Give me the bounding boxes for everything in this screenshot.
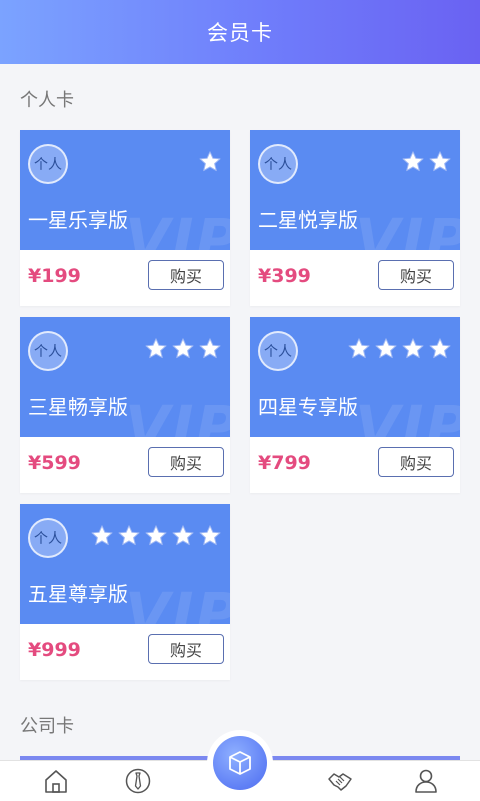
card-price: ¥199 [28,265,81,287]
card-name: 一星乐享版 [28,208,128,232]
star-icon [199,151,221,172]
star-icon [402,151,424,172]
star-rating [401,150,452,174]
buy-button[interactable]: 购买 [148,260,224,290]
section-title-company: 公司卡 [20,716,74,737]
page-title: 会员卡 [207,21,273,45]
card-name: 三星畅享版 [28,395,128,419]
card-name: 五星尊享版 [28,582,128,606]
buy-button[interactable]: 购买 [378,260,454,290]
buy-button[interactable]: 购买 [148,634,224,664]
star-icon [145,338,167,359]
star-icon [172,338,194,359]
card-price: ¥999 [28,639,81,661]
membership-card[interactable]: VIP 个人 一星乐享版 ¥199 购买 [20,130,230,306]
handshake-icon[interactable] [326,767,354,795]
star-icon [199,525,221,546]
star-icon [429,338,451,359]
vip-watermark: VIP [125,580,230,624]
app-header: 会员卡 [0,0,480,64]
card-price: ¥399 [258,265,311,287]
tie-icon[interactable] [124,767,152,795]
star-icon [145,525,167,546]
card-name: 四星专享版 [258,395,358,419]
card-header: VIP 个人 三星畅享版 [20,317,230,437]
card-header: VIP 个人 一星乐享版 [20,130,230,250]
vip-watermark: VIP [355,206,460,250]
personal-badge: 个人 [28,518,68,558]
card-price: ¥599 [28,452,81,474]
membership-card[interactable]: VIP 个人 五星尊享版 ¥999 购买 [20,504,230,680]
vip-watermark: VIP [125,393,230,437]
buy-button[interactable]: 购买 [378,447,454,477]
star-icon [118,525,140,546]
user-icon[interactable] [412,767,440,795]
section-title-personal: 个人卡 [20,90,74,111]
card-header: VIP 个人 二星悦享版 [250,130,460,250]
vip-watermark: VIP [125,206,230,250]
membership-card[interactable]: VIP 个人 三星畅享版 ¥599 购买 [20,317,230,493]
star-rating [144,337,222,361]
cube-icon [229,751,251,775]
card-header: VIP 个人 五星尊享版 [20,504,230,624]
personal-badge: 个人 [258,331,298,371]
card-name: 二星悦享版 [258,208,358,232]
cube-button[interactable] [213,736,267,790]
vip-watermark: VIP [355,393,460,437]
membership-card[interactable]: VIP 个人 二星悦享版 ¥399 购买 [250,130,460,306]
star-icon [402,338,424,359]
membership-card[interactable]: VIP 个人 四星专享版 ¥799 购买 [250,317,460,493]
star-icon [172,525,194,546]
star-icon [429,151,451,172]
buy-button[interactable]: 购买 [148,447,224,477]
card-price: ¥799 [258,452,311,474]
star-rating [347,337,452,361]
card-header: VIP 个人 四星专享版 [250,317,460,437]
star-rating [90,524,222,548]
star-icon [199,338,221,359]
star-rating [198,150,222,174]
home-icon[interactable] [42,767,70,795]
star-icon [375,338,397,359]
star-icon [348,338,370,359]
personal-badge: 个人 [28,331,68,371]
personal-badge: 个人 [258,144,298,184]
star-icon [91,525,113,546]
personal-badge: 个人 [28,144,68,184]
